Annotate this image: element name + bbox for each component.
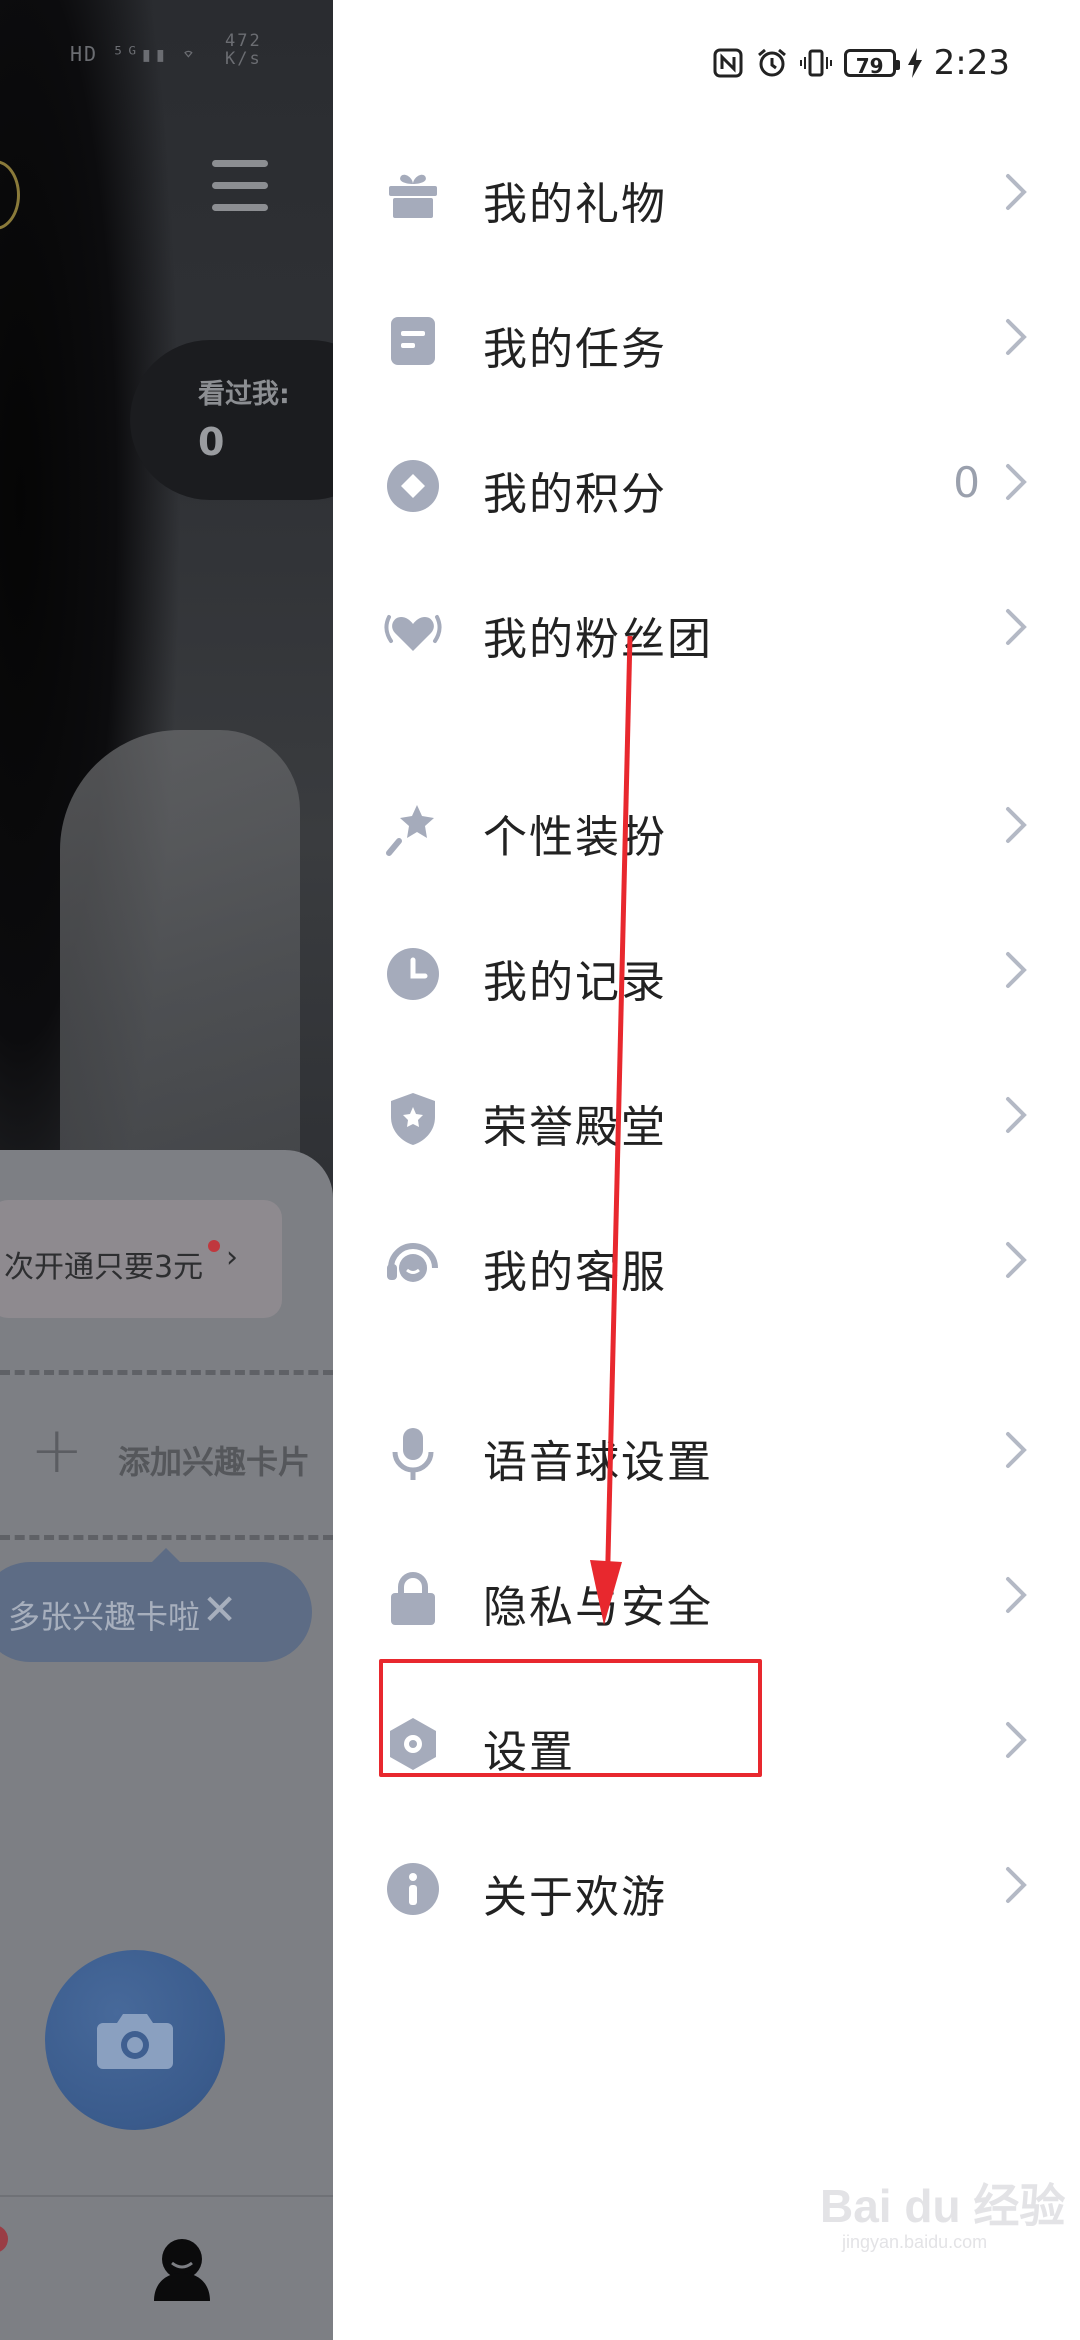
dress-up-icon [386, 805, 434, 856]
menu-item-privacy-security[interactable]: 隐私与安全 [333, 1525, 1080, 1669]
chevron-right-icon [1006, 1722, 1027, 1758]
headset-icon [387, 1243, 438, 1282]
chevron-right-icon [1006, 1577, 1027, 1613]
interest-card-tooltip: 多张兴趣卡啦 ✕ [0, 1548, 312, 1662]
menu-item-gifts[interactable]: 我的礼物 [333, 122, 1080, 266]
vibrate-icon [799, 49, 832, 77]
chevron-right-icon [1006, 1097, 1027, 1133]
nfc-icon [713, 48, 743, 78]
menu-item-fan-club[interactable]: 我的粉丝团 [333, 557, 1080, 701]
vip-promo-text: 次开通只要3元 [4, 1250, 204, 1285]
menu-item-label: 隐私与安全 [483, 1582, 713, 1633]
fan-club-icon [384, 615, 442, 651]
chevron-right-icon: › [226, 1240, 238, 1275]
honor-shield-icon [391, 1093, 435, 1145]
menu-item-records[interactable]: 我的记录 [333, 900, 1080, 1044]
status-time: 2:23 [933, 43, 1010, 83]
menu-item-about[interactable]: 关于欢游 [333, 1815, 1080, 1959]
baidu-jingyan-watermark: Bai du 经验 jingyan.baidu.com [820, 2170, 1065, 2253]
watermark-brand: Bai du 经验 [820, 2180, 1066, 2232]
menu-item-points[interactable]: 我的积分 0 [333, 412, 1080, 556]
chevron-right-icon [1006, 464, 1027, 500]
camera-icon [97, 2014, 173, 2069]
chevron-right-icon [1006, 807, 1027, 843]
viewed-me-count: 0 [198, 420, 225, 464]
viewed-me-label: 看过我: [198, 379, 290, 410]
net-speed-unit: K/s [225, 49, 262, 69]
lock-icon [391, 1572, 435, 1625]
info-icon [387, 1863, 439, 1915]
notification-dot [208, 1240, 220, 1252]
gift-icon [389, 174, 437, 218]
menu-item-label: 语音球设置 [483, 1437, 713, 1488]
chevron-right-icon [1006, 1242, 1027, 1278]
menu-item-customer-service[interactable]: 我的客服 [333, 1190, 1080, 1334]
add-interest-card-label: 添加兴趣卡片 [118, 1443, 311, 1481]
watermark-url: jingyan.baidu.com [842, 2232, 988, 2252]
alarm-icon [757, 48, 786, 77]
camera-button[interactable] [45, 1950, 225, 2130]
profile-tab-icon[interactable] [150, 2235, 214, 2305]
menu-item-label: 我的粉丝团 [483, 614, 713, 665]
menu-item-label: 荣誉殿堂 [483, 1102, 667, 1153]
status-bar: 79 2:23 [712, 38, 1010, 88]
chevron-right-icon [1006, 174, 1027, 210]
chevron-right-icon [1006, 609, 1027, 645]
points-icon [387, 460, 439, 512]
menu-item-honor-hall[interactable]: 荣誉殿堂 [333, 1045, 1080, 1189]
microphone-icon [392, 1428, 434, 1480]
charging-bolt-icon [907, 48, 922, 78]
net-speed-value: 472 [225, 31, 262, 51]
menu-item-label: 我的记录 [483, 957, 667, 1008]
divider [0, 1370, 333, 1375]
chevron-right-icon [1006, 1432, 1027, 1468]
bottom-nav-divider [0, 2195, 333, 2197]
menu-item-label: 关于欢游 [483, 1872, 667, 1923]
background-app-overlay[interactable]: HD ⁵ᴳ▮▮ ⌔ 472 K/s 看过我: 0 次开通只要3元 › + 添加兴趣… [0, 0, 333, 2340]
hamburger-menu-icon[interactable] [212, 160, 268, 212]
menu-item-label: 我的任务 [483, 324, 667, 375]
viewed-me-card[interactable]: 看过我: 0 [130, 340, 333, 500]
chevron-right-icon [1006, 952, 1027, 988]
background-status-bar: HD ⁵ᴳ▮▮ ⌔ 472 K/s [70, 31, 262, 69]
profile-cover-photo-shirt [60, 730, 300, 1160]
tooltip-text: 多张兴趣卡啦 [8, 1598, 201, 1636]
menu-item-dress-up[interactable]: 个性装扮 [333, 755, 1080, 899]
points-value: 0 [953, 458, 980, 507]
close-icon[interactable]: ✕ [202, 1582, 237, 1638]
profile-card-panel [0, 1150, 333, 2340]
menu-item-label: 我的客服 [483, 1247, 667, 1298]
vip-promo-banner[interactable]: 次开通只要3元 › [0, 1200, 282, 1318]
menu-item-voice-ball-settings[interactable]: 语音球设置 [333, 1380, 1080, 1524]
battery-icon: 79 [843, 49, 900, 78]
plus-icon: + [30, 1414, 84, 1488]
clock-icon [387, 948, 439, 1000]
divider [0, 1535, 333, 1540]
menu-item-label: 我的积分 [483, 469, 667, 520]
menu-item-label: 个性装扮 [483, 812, 667, 863]
side-drawer: 79 2:23 我的礼物 我的任务 我的积分 0 我的粉丝团 个性装扮 我的记录… [333, 0, 1080, 2340]
battery-level: 79 [855, 54, 884, 78]
settings-highlight-box [379, 1659, 762, 1777]
chevron-right-icon [1006, 319, 1027, 355]
task-icon [391, 317, 435, 365]
chevron-right-icon [1006, 1867, 1027, 1903]
menu-item-tasks[interactable]: 我的任务 [333, 267, 1080, 411]
menu-item-label: 我的礼物 [483, 179, 667, 230]
